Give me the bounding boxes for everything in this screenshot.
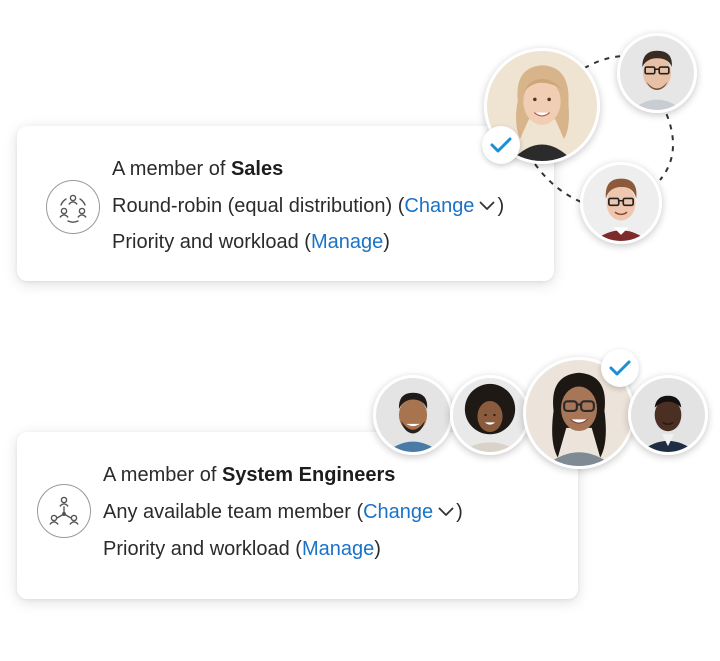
avatar-engineer-2 (450, 375, 530, 455)
change-distribution-link[interactable]: Change (363, 501, 433, 523)
avatar-sales-member-2 (617, 33, 697, 113)
team-name: System Engineers (221, 464, 396, 486)
priority-line: Priority and workload (Manage) (103, 538, 381, 560)
chevron-down-icon[interactable] (438, 498, 454, 524)
avatar-sales-member-3 (580, 162, 662, 244)
avatar-engineer-4 (628, 375, 708, 455)
selected-check-badge (482, 126, 520, 164)
distribution-line: Any available team member (Change) (103, 499, 463, 526)
team-card-system-engineers: A member of System Engineers Any availab… (17, 432, 578, 599)
selected-check-badge (601, 349, 639, 387)
team-membership-line: A member of System Engineers (103, 462, 395, 488)
hub-team-icon (37, 484, 91, 538)
distribution-method: Any available team member ( (103, 501, 364, 523)
check-icon (609, 360, 631, 376)
check-icon (490, 137, 512, 153)
manage-priority-link[interactable]: Manage (302, 538, 374, 560)
membership-prefix: A member of (103, 464, 222, 486)
avatar-engineer-1 (373, 375, 453, 455)
